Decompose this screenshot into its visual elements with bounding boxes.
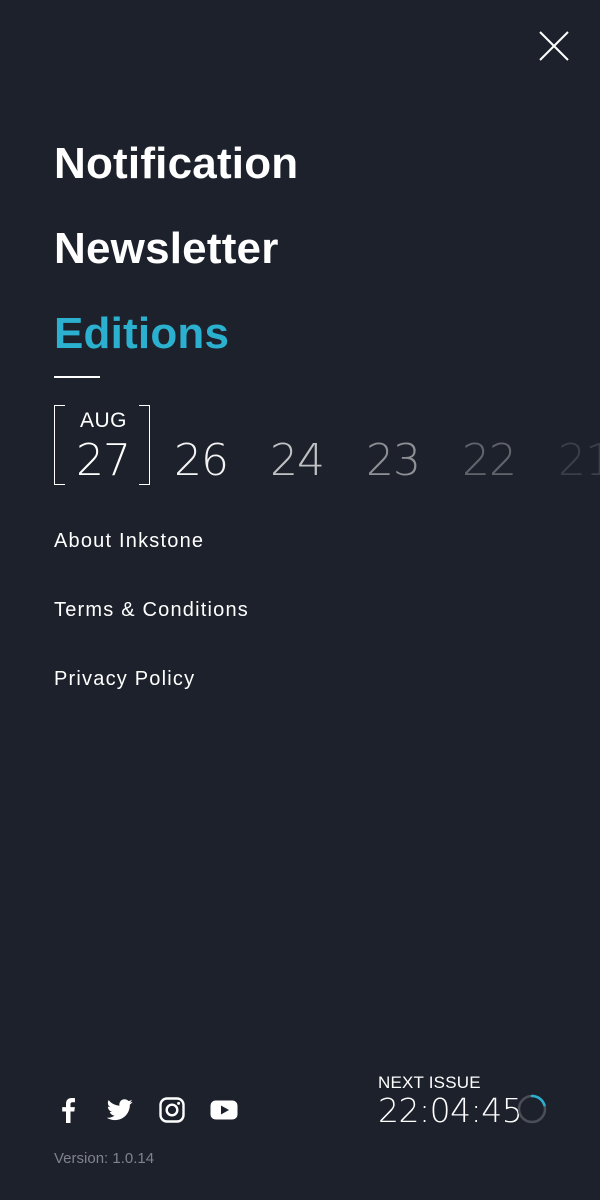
edition-day: 23 xyxy=(366,435,421,485)
editions-picker[interactable]: AUG 27 26 24 23 22 21 xyxy=(54,405,600,485)
facebook-icon[interactable] xyxy=(54,1096,82,1124)
nav-newsletter[interactable]: Newsletter xyxy=(54,221,298,277)
bracket-left xyxy=(54,405,65,485)
instagram-icon[interactable] xyxy=(158,1096,186,1124)
about-link[interactable]: About Inkstone xyxy=(54,528,249,554)
privacy-link[interactable]: Privacy Policy xyxy=(54,666,249,692)
twitter-icon[interactable] xyxy=(106,1096,134,1124)
edition-month: AUG xyxy=(80,409,128,432)
nav-notification[interactable]: Notification xyxy=(54,136,298,192)
edition-selected[interactable]: AUG 27 xyxy=(54,405,150,485)
next-issue-countdown: 22:04:45 xyxy=(378,1091,523,1130)
bracket-right xyxy=(139,405,150,485)
next-issue: NEXT ISSUE 22:04:45 xyxy=(378,1073,523,1130)
nav-editions[interactable]: Editions xyxy=(54,306,298,362)
edition-day: 22 xyxy=(462,435,517,485)
edition-day: 21 xyxy=(558,435,600,485)
version-label: Version: 1.0.14 xyxy=(54,1150,155,1167)
terms-link[interactable]: Terms & Conditions xyxy=(54,597,249,623)
edition-day: 26 xyxy=(174,435,229,485)
active-underline xyxy=(54,376,100,378)
edition-day: 24 xyxy=(270,435,325,485)
info-links: About Inkstone Terms & Conditions Privac… xyxy=(54,528,249,735)
countdown-ring-icon xyxy=(517,1094,547,1124)
youtube-icon[interactable] xyxy=(210,1096,238,1124)
close-icon[interactable] xyxy=(538,30,570,62)
main-nav: Notification Newsletter Editions xyxy=(54,136,298,362)
next-issue-label: NEXT ISSUE xyxy=(378,1073,481,1092)
social-links xyxy=(54,1096,262,1124)
edition-day: 27 xyxy=(76,435,131,485)
